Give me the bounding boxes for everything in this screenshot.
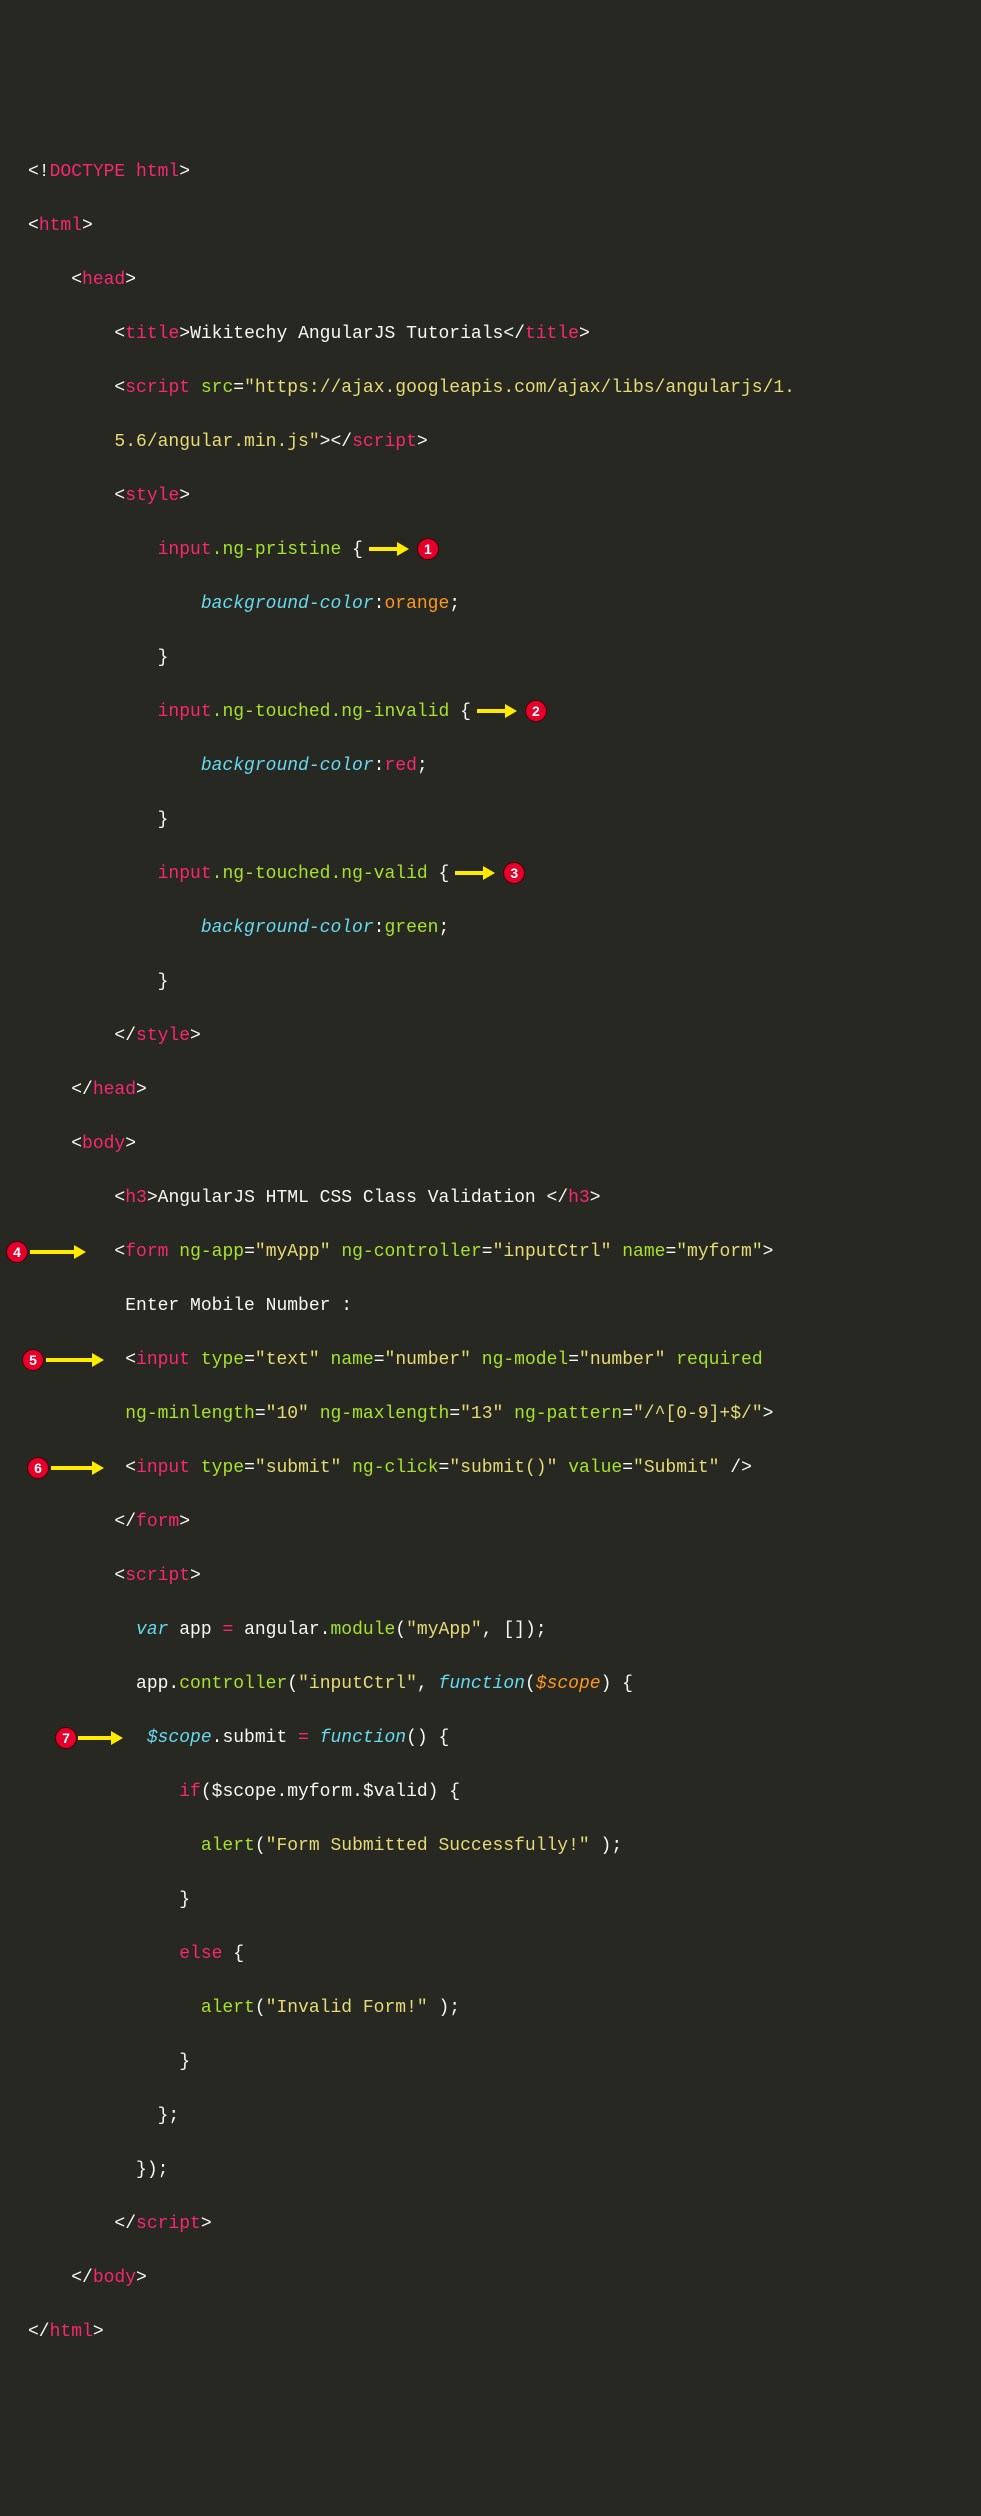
arrow-icon [51,1461,106,1475]
code-line: else { [8,1941,961,1968]
code-block: <!DOCTYPE html> <html> <head> <title>Wik… [8,132,961,2373]
code-line: input.ng-touched.ng-invalid {2 [8,699,961,726]
callout-badge-7: 7 [55,1727,77,1749]
code-line: background-color:green; [8,915,961,942]
code-line: input.ng-pristine {1 [8,537,961,564]
code-line: <title>Wikitechy AngularJS Tutorials</ti… [8,321,961,348]
arrow-icon [46,1353,106,1367]
code-line: </script> [8,2211,961,2238]
code-line: 5.6/angular.min.js"></script> [8,429,961,456]
code-line: background-color:orange; [8,591,961,618]
code-line: <body> [8,1131,961,1158]
callout-badge-3: 3 [503,862,525,884]
arrow-icon [369,542,411,556]
code-line: input.ng-touched.ng-valid {3 [8,861,961,888]
code-line: } [8,969,961,996]
code-line: alert("Form Submitted Successfully!" ); [8,1833,961,1860]
code-line: alert("Invalid Form!" ); [8,1995,961,2022]
callout-badge-5: 5 [22,1349,44,1371]
code-line: 5 <input type="text" name="number" ng-mo… [8,1347,961,1374]
arrow-icon [477,704,519,718]
arrow-icon [455,866,497,880]
code-line: } [8,2049,961,2076]
code-line: 7 $scope.submit = function() { [8,1725,961,1752]
code-line: background-color:red; [8,753,961,780]
code-line: </style> [8,1023,961,1050]
code-line: Enter Mobile Number : [8,1293,961,1320]
code-line: 4 <form ng-app="myApp" ng-controller="in… [8,1239,961,1266]
code-line: 6 <input type="submit" ng-click="submit(… [8,1455,961,1482]
arrow-icon [78,1731,125,1745]
callout-badge-6: 6 [27,1457,49,1479]
code-line: var app = angular.module("myApp", []); [8,1617,961,1644]
callout-badge-1: 1 [417,538,439,560]
code-line: app.controller("inputCtrl", function($sc… [8,1671,961,1698]
code-line: <html> [8,213,961,240]
callout-badge-4: 4 [6,1241,28,1263]
code-line: }; [8,2103,961,2130]
code-line: </head> [8,1077,961,1104]
code-line: }); [8,2157,961,2184]
code-line: <head> [8,267,961,294]
code-line: } [8,1887,961,1914]
code-line: </html> [8,2319,961,2346]
code-line: <!DOCTYPE html> [8,159,961,186]
code-line: <h3>AngularJS HTML CSS Class Validation … [8,1185,961,1212]
code-line: <script> [8,1563,961,1590]
code-line: </form> [8,1509,961,1536]
code-line: <style> [8,483,961,510]
callout-badge-2: 2 [525,700,547,722]
code-line: } [8,645,961,672]
code-line: </body> [8,2265,961,2292]
arrow-icon [30,1245,88,1259]
code-line: if($scope.myform.$valid) { [8,1779,961,1806]
code-line: ng-minlength="10" ng-maxlength="13" ng-p… [8,1401,961,1428]
code-line: <script src="https://ajax.googleapis.com… [8,375,961,402]
code-line: } [8,807,961,834]
